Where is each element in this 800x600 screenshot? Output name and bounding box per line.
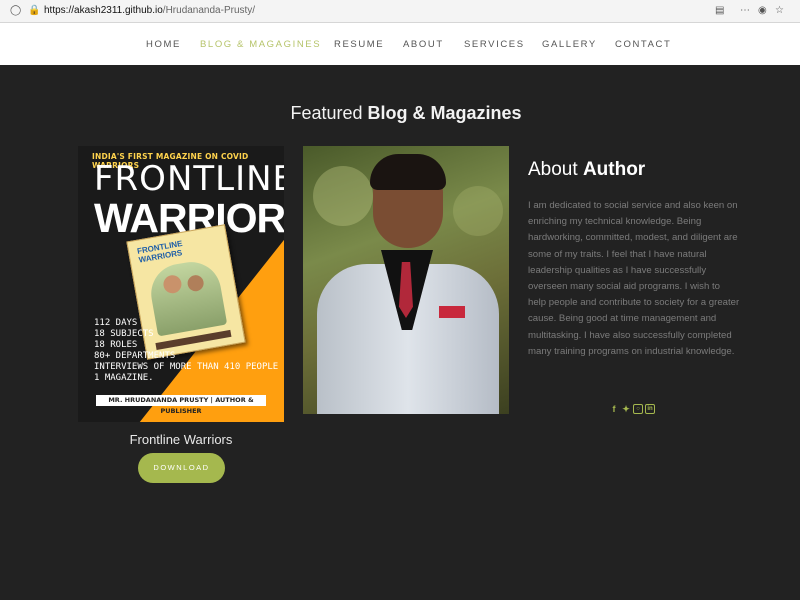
linkedin-icon[interactable]: in <box>645 404 655 414</box>
magazine-cover-image[interactable]: INDIA'S FIRST MAGAZINE ON COVID WARRIORS… <box>78 146 284 422</box>
cover-stats: 112 DAYS 18 SUBJECTS 18 ROLES 80+ DEPART… <box>94 318 279 383</box>
browser-url-bar: ◯ 🔒 https://akash2311.github.io/Hrudanan… <box>0 0 800 23</box>
about-title: About Author <box>528 158 645 182</box>
nav-item-contact[interactable]: CONTACT <box>615 39 671 51</box>
nav-item-gallery[interactable]: GALLERY <box>542 39 597 51</box>
photo-pocket-square <box>439 306 465 318</box>
download-button[interactable]: DOWNLOAD <box>138 453 225 483</box>
nav-item-home[interactable]: HOME <box>146 39 181 51</box>
section-title: Featured Blog & Magazines <box>0 102 800 124</box>
social-links: f ✦ ○ in <box>609 404 657 416</box>
facebook-icon[interactable]: f <box>609 404 619 414</box>
nav-item-services[interactable]: SERVICES <box>464 39 525 51</box>
instagram-icon[interactable]: ○ <box>633 404 643 414</box>
about-title-regular: About <box>528 159 583 180</box>
bookmark-star-icon[interactable]: ☆ <box>775 4 784 18</box>
pocket-icon[interactable]: ◉ <box>758 4 767 18</box>
top-navigation: HOME BLOG & MAGAGINES RESUME ABOUT SERVI… <box>0 23 800 65</box>
cover-title-line1: FRONTLINE <box>94 159 284 199</box>
book-title: Frontline Warriors <box>129 432 233 447</box>
lock-icon[interactable]: 🔒 <box>28 4 40 18</box>
cover-book-title: FRONTLINE WARRIORS <box>136 238 184 265</box>
shield-icon[interactable]: ◯ <box>10 4 21 18</box>
author-photo <box>303 146 509 414</box>
url-text[interactable]: https://akash2311.github.io/Hrudananda-P… <box>44 4 255 18</box>
nav-item-resume[interactable]: RESUME <box>334 39 384 51</box>
photo-bokeh-2 <box>453 186 503 236</box>
nav-item-about[interactable]: ABOUT <box>403 39 444 51</box>
url-path: /Hrudananda-Prusty/ <box>162 5 256 16</box>
nav-item-blog-magagines[interactable]: BLOG & MAGAGINES <box>200 39 321 51</box>
url-host: https://akash2311.github.io <box>44 5 163 16</box>
twitter-icon[interactable]: ✦ <box>621 404 631 414</box>
about-title-bold: Author <box>582 159 646 180</box>
cover-ribbon: MR. HRUDANANDA PRUSTY | AUTHOR & PUBLISH… <box>96 395 266 415</box>
reader-view-icon[interactable]: ▤ <box>715 4 724 18</box>
photo-bokeh <box>313 166 373 226</box>
photo-hair <box>370 154 446 190</box>
more-icon[interactable]: ⋯ <box>740 4 750 18</box>
about-text: I am dedicated to social service and als… <box>528 200 740 357</box>
section-title-bold: Blog & Magazines <box>367 103 522 123</box>
section-title-regular: Featured <box>290 103 368 123</box>
